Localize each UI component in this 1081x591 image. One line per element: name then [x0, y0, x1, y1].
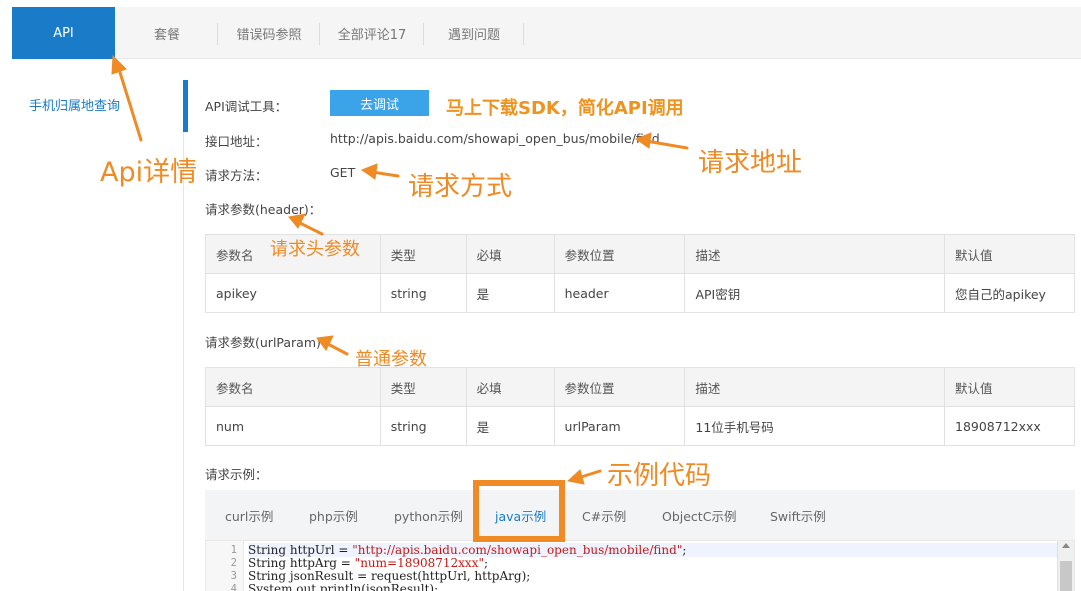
- table-cell: num: [205, 406, 381, 446]
- column-header: 参数位置: [553, 367, 686, 407]
- header-params-label: 请求参数(header)：: [205, 202, 322, 217]
- table-cell: 18908712xxx: [944, 406, 1075, 446]
- table-cell: urlParam: [553, 406, 686, 446]
- top-tab-bar: API 套餐 错误码参照 全部评论17 遇到问题: [12, 7, 1081, 59]
- line-number: 3: [230, 570, 237, 582]
- column-header: 参数名: [205, 367, 381, 407]
- tab-api[interactable]: API: [12, 7, 115, 59]
- column-header: 必填: [465, 367, 555, 407]
- table-cell: string: [379, 406, 467, 446]
- code-line: String jsonResult = request(httpUrl, htt…: [248, 569, 531, 583]
- column-header: 必填: [465, 234, 555, 274]
- table-cell: 是: [465, 406, 555, 446]
- annotation-sdk: 马上下载SDK，简化API调用: [446, 98, 684, 119]
- table-cell: string: [379, 273, 467, 313]
- code-line: String httpUrl = "http://apis.baidu.com/…: [248, 543, 1058, 557]
- example-label: 请求示例：: [205, 467, 268, 482]
- table-cell: header: [553, 273, 686, 313]
- method-label: 请求方法：: [205, 168, 268, 183]
- tab-swift-example[interactable]: Swift示例: [770, 490, 826, 540]
- column-header: 参数位置: [553, 234, 686, 274]
- line-number-gutter: 1 2 3 4: [206, 541, 244, 591]
- debug-tool-label: API调试工具：: [205, 99, 288, 114]
- code-text: ;: [483, 556, 489, 570]
- table-cell: 11位手机号码: [684, 406, 945, 446]
- method-value: GET: [330, 165, 356, 180]
- code-example-tabs: curl示例 php示例 python示例 java示例 C#示例 Object…: [205, 490, 1075, 540]
- sidebar-active-indicator: [183, 80, 188, 132]
- line-number: 2: [230, 557, 237, 569]
- code-string: "http://apis.baidu.com/showapi_open_bus/…: [352, 543, 683, 557]
- column-header: 描述: [684, 367, 945, 407]
- code-text: String httpArg =: [248, 556, 355, 570]
- code-text: String httpUrl =: [248, 543, 353, 557]
- tab-objectc-example[interactable]: ObjectC示例: [662, 490, 736, 540]
- table-cell: 是: [465, 273, 555, 313]
- code-text: ;: [682, 543, 687, 557]
- tab-problems[interactable]: 遇到问题: [424, 7, 524, 59]
- line-number: 1: [230, 544, 237, 556]
- annotation-method: 请求方式: [408, 172, 513, 202]
- table-row: apikey string 是 header API密钥 您自己的apikey: [205, 273, 1075, 313]
- tab-curl-example[interactable]: curl示例: [225, 490, 273, 540]
- arrow-icon: [566, 469, 585, 485]
- address-label: 接口地址：: [205, 134, 268, 149]
- highlight-box: [473, 480, 565, 542]
- column-header: 默认值: [944, 367, 1075, 407]
- code-string: "num=18908712xxx": [354, 556, 484, 570]
- annotation-api-detail: Api详情: [100, 157, 198, 188]
- debug-button[interactable]: 去调试: [330, 90, 429, 116]
- tab-divider: [523, 23, 524, 45]
- apikey-default-link[interactable]: 您自己的apikey: [944, 273, 1075, 313]
- column-header: 类型: [379, 234, 467, 274]
- url-params-label: 请求参数(urlParam)：: [205, 335, 334, 350]
- line-number: 4: [230, 583, 237, 591]
- arrow-icon: [370, 170, 400, 178]
- table-cell: apikey: [205, 273, 381, 313]
- code-editor[interactable]: 1 2 3 4 String httpUrl = "http://apis.ba…: [205, 540, 1075, 591]
- arrow-icon: [296, 220, 324, 236]
- scroll-thumb[interactable]: [1060, 561, 1072, 591]
- code-line: System.out.println(jsonResult);: [248, 582, 439, 591]
- code-line: String httpArg = "num=18908712xxx";: [248, 556, 488, 570]
- annotation-address: 请求地址: [698, 148, 803, 178]
- arrow-icon: [360, 163, 378, 180]
- table-row: num string 是 urlParam 11位手机号码 18908712xx…: [205, 406, 1075, 446]
- tab-python-example[interactable]: python示例: [394, 490, 463, 540]
- tab-all-comments[interactable]: 全部评论17: [320, 7, 424, 59]
- url-params-table: 参数名 类型 必填 参数位置 描述 默认值 num string 是 urlPa…: [205, 367, 1075, 446]
- address-value: http://apis.baidu.com/showapi_open_bus/m…: [330, 131, 660, 146]
- column-header: 类型: [379, 367, 467, 407]
- sidebar-item-phone-location[interactable]: 手机归属地查询: [12, 80, 184, 132]
- tab-csharp-example[interactable]: C#示例: [582, 490, 626, 540]
- annotation-normal-params: 普通参数: [355, 349, 427, 370]
- annotation-header-params: 请求头参数: [270, 239, 360, 260]
- table-cell: API密钥: [684, 273, 945, 313]
- column-header: 默认值: [944, 234, 1075, 274]
- tab-package[interactable]: 套餐: [115, 7, 219, 59]
- column-header: 描述: [684, 234, 945, 274]
- table-header-row: 参数名 类型 必填 参数位置 描述 默认值: [205, 367, 1075, 407]
- annotation-example-code: 示例代码: [607, 461, 712, 491]
- tab-error-codes[interactable]: 错误码参照: [218, 7, 320, 59]
- tab-php-example[interactable]: php示例: [309, 490, 358, 540]
- scroll-up-icon[interactable]: [1062, 543, 1070, 548]
- arrow-icon: [576, 469, 602, 480]
- code-scrollbar[interactable]: [1057, 541, 1074, 591]
